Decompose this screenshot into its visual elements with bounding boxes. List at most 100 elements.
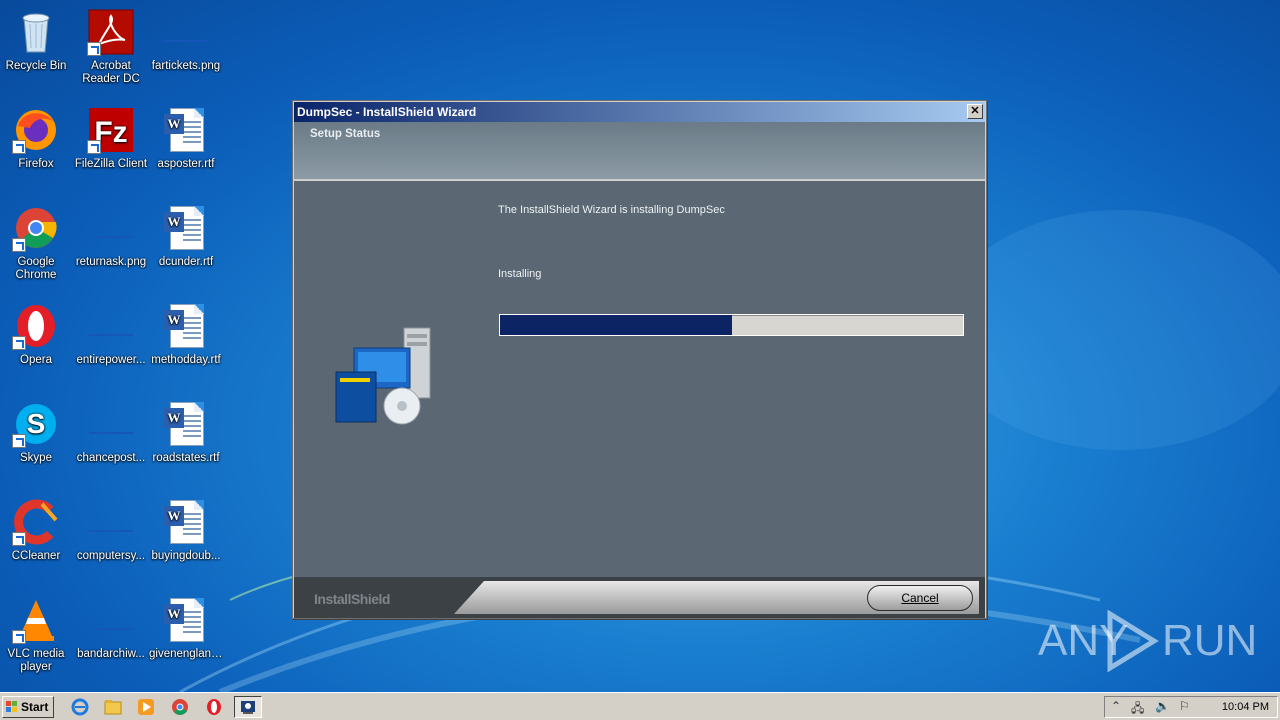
desktop-icon-chancepost[interactable]: chancepost...	[73, 400, 149, 465]
desktop-icon-label: chancepost...	[76, 452, 146, 464]
desktop-icon-filezilla[interactable]: Fz FileZilla Client	[73, 106, 149, 171]
dialog-titlebar[interactable]: DumpSec - InstallShield Wizard ✕	[294, 102, 985, 122]
chrome-icon	[12, 204, 60, 252]
desktop-icon-entirepower[interactable]: entirepower...	[73, 302, 149, 367]
start-button[interactable]: Start	[2, 696, 54, 718]
watermark-text-right: RUN	[1162, 616, 1258, 665]
installshield-brand-logo: InstallShield	[314, 591, 390, 607]
desktop-icon-label: Skype	[20, 452, 52, 464]
desktop-icon-asposter[interactable]: W asposter.rtf	[148, 106, 224, 171]
desktop-icon-ccleaner[interactable]: CCleaner	[0, 498, 74, 563]
network-icon[interactable]: 🖧	[1131, 699, 1144, 720]
taskbar-opera[interactable]	[202, 696, 226, 718]
desktop-icon-google-chrome[interactable]: Google Chrome	[0, 204, 74, 282]
folder-icon	[104, 700, 122, 715]
taskbar: Start ⌃ 🖧 🔈 ⚐ 10:04 PM	[0, 692, 1280, 720]
desktop-icon-computersy[interactable]: computersy...	[73, 498, 149, 563]
image-file-icon	[87, 204, 135, 252]
recycle-bin-icon	[12, 8, 60, 56]
desktop-icon-label: CCleaner	[11, 550, 61, 562]
svg-text:S: S	[27, 408, 46, 439]
desktop-icon-label: roadstates.rtf	[152, 452, 220, 464]
rtf-document-icon: W	[162, 400, 210, 448]
speaker-icon[interactable]: 🔈	[1155, 699, 1170, 713]
desktop-icon-vlc[interactable]: VLC media player	[0, 596, 74, 674]
desktop-icon-label: FileZilla Client	[74, 158, 148, 170]
desktop-icon-recycle-bin[interactable]: Recycle Bin	[0, 8, 74, 73]
image-file-icon	[87, 400, 135, 448]
skype-icon: S	[12, 400, 60, 448]
close-button[interactable]: ✕	[967, 104, 983, 119]
system-tray: ⌃ 🖧 🔈 ⚐ 10:04 PM	[1104, 696, 1278, 718]
shortcut-arrow-icon	[12, 630, 26, 644]
dialog-footer: InstallShield Cancel	[294, 577, 985, 618]
dialog-title: DumpSec - InstallShield Wizard	[297, 105, 477, 119]
chrome-icon	[172, 699, 188, 715]
taskbar-explorer[interactable]	[101, 696, 125, 718]
rtf-document-icon: W	[162, 106, 210, 154]
internet-explorer-icon	[71, 698, 89, 716]
desktop-icon-label: asposter.rtf	[157, 158, 215, 170]
taskbar-media-player[interactable]	[134, 696, 158, 718]
desktop-icon-label: Recycle Bin	[5, 60, 67, 72]
desktop-icon-buyingdoub[interactable]: W buyingdoub...	[148, 498, 224, 563]
desktop-icon-label: Google Chrome	[15, 256, 57, 281]
taskbar-installer[interactable]	[234, 696, 262, 718]
dialog-header: Setup Status	[294, 122, 985, 180]
image-file-icon	[87, 498, 135, 546]
desktop-icon-fartickets[interactable]: fartickets.png	[148, 8, 224, 73]
desktop-icon-methodday[interactable]: W methodday.rtf	[148, 302, 224, 367]
windows-logo-icon	[6, 701, 17, 712]
shortcut-arrow-icon	[12, 140, 26, 154]
desktop-icon-label: dcunder.rtf	[158, 256, 214, 268]
desktop-icon-givenengland[interactable]: W givenengland...	[148, 596, 224, 661]
shortcut-arrow-icon	[12, 532, 26, 546]
desktop-icon-label: givenengland...	[149, 648, 224, 660]
rtf-document-icon: W	[162, 498, 210, 546]
clock[interactable]: 10:04 PM	[1222, 701, 1269, 713]
ccleaner-icon	[12, 498, 60, 546]
play-triangle-icon	[1107, 610, 1159, 672]
desktop-icon-label: bandarchiw...	[77, 648, 145, 660]
desktop-icon-skype[interactable]: S Skype	[0, 400, 74, 465]
cancel-button[interactable]: Cancel	[867, 585, 973, 611]
taskbar-internet-explorer[interactable]	[68, 696, 92, 718]
desktop-icon-firefox[interactable]: Firefox	[0, 106, 74, 171]
desktop-icon-label: Opera	[20, 354, 52, 366]
setup-computer-icon	[335, 327, 431, 425]
taskbar-chrome[interactable]	[168, 696, 192, 718]
media-player-icon	[138, 699, 154, 715]
desktop-icon-returnask[interactable]: returnask.png	[73, 204, 149, 269]
image-file-icon	[87, 302, 135, 350]
progress-fill	[500, 315, 732, 335]
desktop-icon-bandarchiw[interactable]: bandarchiw...	[73, 596, 149, 661]
shortcut-arrow-icon	[12, 434, 26, 448]
installer-icon	[241, 701, 255, 714]
cancel-button-label: Cancel	[901, 591, 939, 605]
close-icon: ✕	[970, 105, 980, 117]
desktop-icon-label: Acrobat Reader DC	[82, 60, 140, 85]
desktop-icon-dcunder[interactable]: W dcunder.rtf	[148, 204, 224, 269]
shortcut-arrow-icon	[12, 238, 26, 252]
image-file-icon	[162, 8, 210, 56]
status-action: Installing	[498, 268, 542, 280]
chevron-up-icon[interactable]: ⌃	[1111, 699, 1121, 713]
flag-icon[interactable]: ⚐	[1179, 699, 1190, 713]
desktop-icon-roadstates[interactable]: W roadstates.rtf	[148, 400, 224, 465]
desktop-icon-label: fartickets.png	[151, 60, 221, 72]
opera-icon	[207, 699, 221, 715]
rtf-document-icon: W	[162, 302, 210, 350]
dialog-body: The InstallShield Wizard is installing D…	[294, 181, 985, 577]
acrobat-icon	[87, 8, 135, 56]
desktop-icon-opera[interactable]: Opera	[0, 302, 74, 367]
install-progress-bar	[499, 314, 964, 336]
shortcut-arrow-icon	[87, 140, 101, 154]
rtf-document-icon: W	[162, 204, 210, 252]
filezilla-icon: Fz	[87, 106, 135, 154]
status-message: The InstallShield Wizard is installing D…	[498, 204, 725, 216]
desktop-icon-acrobat-reader[interactable]: Acrobat Reader DC	[73, 8, 149, 86]
desktop-icon-label: entirepower...	[76, 354, 146, 366]
desktop-icon-label: methodday.rtf	[151, 354, 221, 366]
image-file-icon	[87, 596, 135, 644]
anyrun-watermark: ANY RUN	[1038, 610, 1257, 672]
